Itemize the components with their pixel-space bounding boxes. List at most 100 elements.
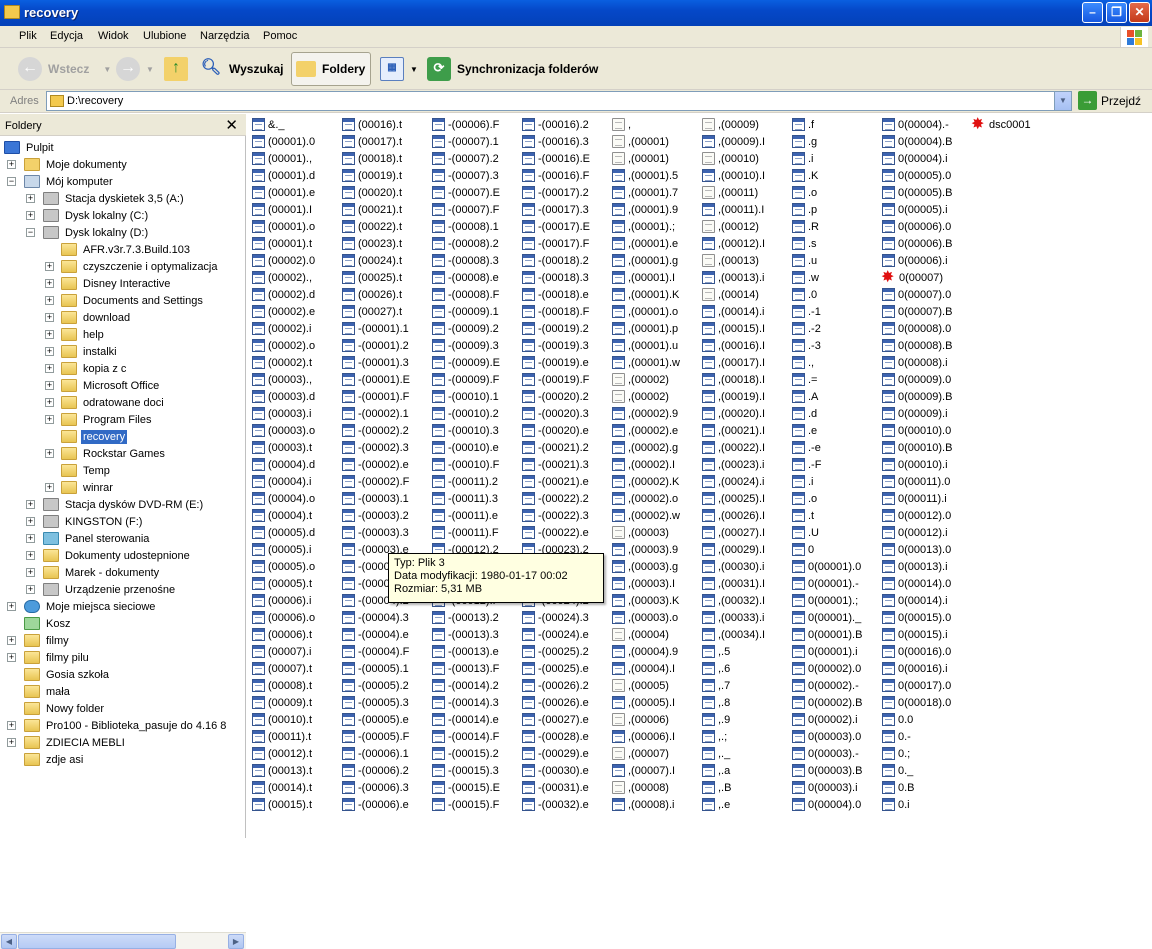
file-item[interactable]: (00001).0 <box>252 133 315 150</box>
file-item[interactable]: ,(00001).7 <box>612 184 678 201</box>
menu-narzedzia[interactable]: Narzędzia <box>200 30 250 42</box>
file-item[interactable]: .R <box>792 218 819 235</box>
file-item[interactable]: -(00011).3 <box>432 490 498 507</box>
file-item[interactable]: ,(00006).I <box>612 728 675 745</box>
file-item[interactable]: 0(00006).B <box>882 235 952 252</box>
file-item[interactable]: -(00009).1 <box>432 303 499 320</box>
file-item[interactable]: -(00010).F <box>432 456 499 473</box>
file-item[interactable]: 0.B <box>882 779 915 796</box>
file-item[interactable]: ,(00002).w <box>612 507 680 524</box>
file-item[interactable]: (00006).t <box>252 626 312 643</box>
file-item[interactable]: -(00009).E <box>432 354 500 371</box>
tree-item[interactable]: + filmy <box>7 632 71 649</box>
file-item[interactable]: -(00021).e <box>522 473 589 490</box>
file-item[interactable]: (00007).t <box>252 660 312 677</box>
file-item[interactable]: 0(00003).0 <box>792 728 861 745</box>
file-item[interactable]: -(00026).e <box>522 694 589 711</box>
file-item[interactable]: ,(00003).I <box>612 575 675 592</box>
file-item[interactable]: (00004).d <box>252 456 315 473</box>
file-item[interactable]: .-e <box>792 439 821 456</box>
file-item[interactable]: -(00001).E <box>342 371 410 388</box>
file-item[interactable]: -(00009).3 <box>432 337 499 354</box>
file-item[interactable]: -(00002).1 <box>342 405 409 422</box>
file-item[interactable]: -(00015).E <box>432 779 500 796</box>
file-item[interactable]: 0.; <box>882 745 910 762</box>
tree-item[interactable]: + Microsoft Office <box>45 377 161 394</box>
file-item[interactable]: .i <box>792 150 814 167</box>
file-item[interactable]: -(00030).e <box>522 762 589 779</box>
file-item[interactable]: .g <box>792 133 817 150</box>
file-item[interactable]: (00013).t <box>252 762 312 779</box>
file-item[interactable]: -(00015).2 <box>432 745 499 762</box>
file-item[interactable]: (00002).o <box>252 337 315 354</box>
tree-item[interactable]: + KINGSTON (F:) <box>26 513 144 530</box>
file-item[interactable]: -(00010).3 <box>432 422 499 439</box>
tree-item[interactable]: + Pro100 - Biblioteka_pasuje do 4.16 8 <box>7 717 228 734</box>
tree-item[interactable]: AFR.v3r.7.3.Build.103 <box>61 241 192 258</box>
file-item[interactable]: -(00019).3 <box>522 337 589 354</box>
up-folder-button[interactable]: ↑ <box>164 52 194 86</box>
file-item[interactable]: -(00004).e <box>342 626 409 643</box>
file-item[interactable]: (00005).t <box>252 575 312 592</box>
menu-ulubione[interactable]: Ulubione <box>143 30 186 42</box>
file-item[interactable]: ,(00006) <box>612 711 669 728</box>
tree-item[interactable]: + ZDIECIA MEBLI <box>7 734 127 751</box>
file-item[interactable]: -(00019).2 <box>522 320 589 337</box>
file-item[interactable]: 0(00009).B <box>882 388 952 405</box>
file-item[interactable]: ,(00022).I <box>702 439 765 456</box>
file-item[interactable]: 0(00002).- <box>792 677 859 694</box>
tree-item[interactable]: + Stacja dyskietek 3,5 (A:) <box>26 190 186 207</box>
file-item[interactable]: 0(00001).0 <box>792 558 861 575</box>
file-item[interactable]: 0(00009).0 <box>882 371 951 388</box>
tree-item[interactable]: + Dysk lokalny (C:) <box>26 207 150 224</box>
file-item[interactable]: 0(00004).0 <box>792 796 861 813</box>
tree-item[interactable]: + Dokumenty udostepnione <box>26 547 192 564</box>
tree-item[interactable]: + czyszczenie i optymalizacja <box>45 258 220 275</box>
scroll-right-icon[interactable]: ▶ <box>228 934 244 949</box>
close-pane-icon[interactable]: ✕ <box>225 116 238 134</box>
file-item[interactable]: -(00003).3 <box>342 524 409 541</box>
file-item[interactable]: -(00008).e <box>432 269 499 286</box>
expand-icon[interactable]: + <box>26 517 35 526</box>
file-item[interactable]: 0(00010).i <box>882 456 948 473</box>
tree-item[interactable]: + Moje dokumenty <box>7 156 129 173</box>
file-item[interactable]: -(00007).E <box>432 184 500 201</box>
file-item[interactable]: ,(00003).9 <box>612 541 678 558</box>
file-item[interactable]: 0(00005).B <box>882 184 952 201</box>
expand-icon[interactable]: + <box>45 381 54 390</box>
file-item[interactable]: -(00010).1 <box>432 388 499 405</box>
file-item[interactable]: ,(00002).e <box>612 422 678 439</box>
file-item[interactable]: ,(00010).I <box>702 167 765 184</box>
file-item[interactable]: (00010).t <box>252 711 312 728</box>
file-item[interactable]: 0(00010).0 <box>882 422 951 439</box>
expand-icon[interactable]: + <box>26 568 35 577</box>
tree-item[interactable]: + Marek - dokumenty <box>26 564 161 581</box>
file-item[interactable]: -(00017).F <box>522 235 589 252</box>
file-item[interactable]: ,(00031).I <box>702 575 765 592</box>
file-item[interactable]: 0.i <box>882 796 910 813</box>
file-item[interactable]: -(00007).2 <box>432 150 499 167</box>
file-item[interactable]: (00004).o <box>252 490 315 507</box>
tree-item[interactable]: + download <box>45 309 132 326</box>
file-item[interactable]: ,(00002) <box>612 371 669 388</box>
file-item[interactable]: -(00016).F <box>522 167 589 184</box>
file-item[interactable]: ,(00001).p <box>612 320 678 337</box>
file-item[interactable]: -(00005).e <box>342 711 409 728</box>
file-item[interactable]: ,(00021).I <box>702 422 765 439</box>
expand-icon[interactable]: + <box>45 398 54 407</box>
file-item[interactable]: 0(00013).0 <box>882 541 951 558</box>
file-item[interactable]: -(00027).e <box>522 711 589 728</box>
file-item[interactable]: -(00008).2 <box>432 235 499 252</box>
file-item[interactable]: -(00007).1 <box>432 133 499 150</box>
file-item[interactable]: -(00015).3 <box>432 762 499 779</box>
file-item[interactable]: -(00001).2 <box>342 337 409 354</box>
file-item[interactable]: (00002).t <box>252 354 312 371</box>
tree-item[interactable]: + Urządzenie przenośne <box>26 581 177 598</box>
file-item[interactable]: ,(00001) <box>612 150 669 167</box>
file-item[interactable]: ,(00032).I <box>702 592 765 609</box>
tree-item[interactable]: + Program Files <box>45 411 153 428</box>
file-item[interactable]: ,(00019).I <box>702 388 765 405</box>
file-item[interactable]: 0(00015).i <box>882 626 948 643</box>
tree-item[interactable]: Temp <box>61 462 112 479</box>
file-item[interactable]: 0 <box>792 541 814 558</box>
